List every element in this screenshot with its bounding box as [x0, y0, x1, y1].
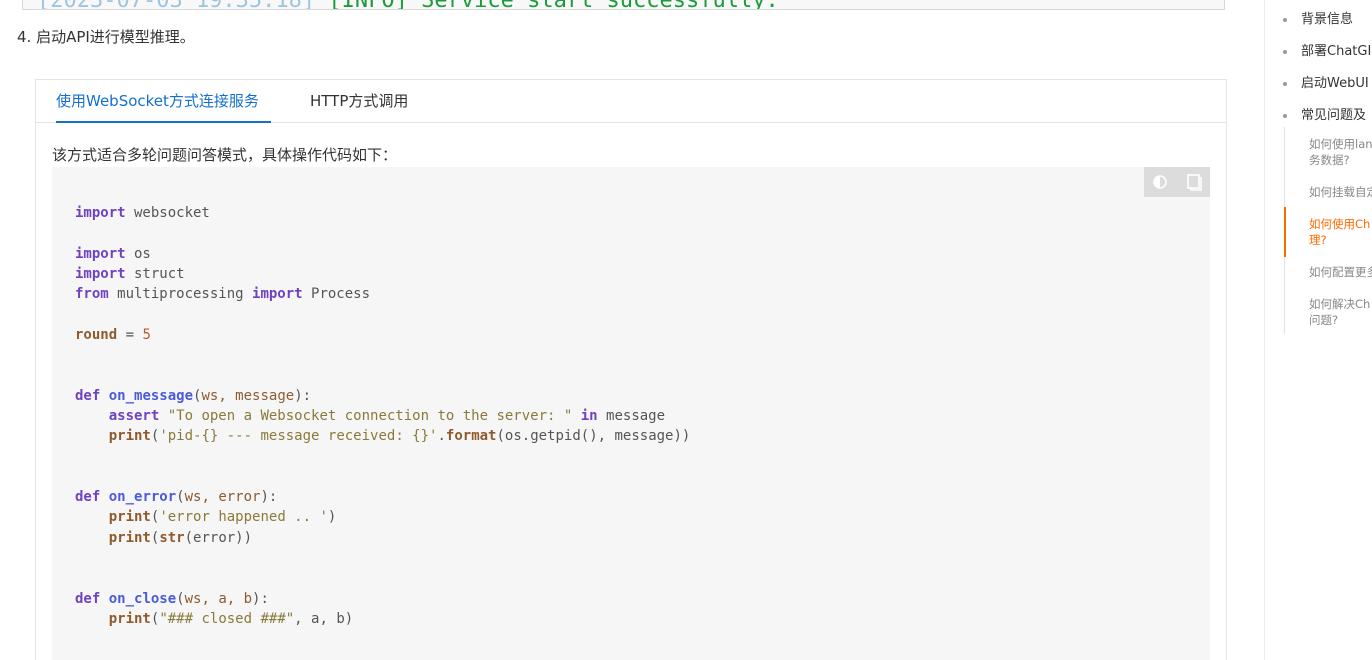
toc-item-webui[interactable]: 启动WebUI: [1283, 72, 1369, 91]
toc-subitem-3[interactable]: 如何使用Ch 理?: [1309, 216, 1372, 248]
tab-websocket[interactable]: 使用WebSocket方式连接服务: [56, 80, 271, 123]
toc-item-faq[interactable]: 常见问题及: [1283, 104, 1366, 123]
tab-description: 该方式适合多轮问题问答模式，具体操作代码如下：: [52, 146, 398, 164]
previous-code-output: [2023-07-03 19:35:18] [INFO] Service sta…: [22, 0, 1225, 10]
toc-subitem-1[interactable]: 如何使用lan 务数据?: [1309, 136, 1372, 168]
code-content: import websocket import os import struct…: [75, 205, 691, 627]
toc-subitem-2[interactable]: 如何挂载自定: [1309, 184, 1372, 200]
code-block: import websocket import os import struct…: [52, 167, 1210, 660]
toc-subitem-5[interactable]: 如何解决Ch 问题?: [1309, 296, 1372, 328]
toc-active-indicator: [1284, 207, 1286, 257]
toc-item-background[interactable]: 背景信息: [1283, 8, 1353, 27]
table-of-contents: 背景信息 部署ChatGI 启动WebUI 常见问题及 如何使用lan 务数据? …: [1264, 0, 1372, 660]
theme-toggle-icon[interactable]: [1151, 173, 1171, 191]
toc-item-deploy[interactable]: 部署ChatGI: [1283, 40, 1371, 59]
copy-icon[interactable]: [1184, 173, 1204, 191]
log-timestamp: [2023-07-03 19:35:18]: [37, 0, 315, 9]
toc-subitem-4[interactable]: 如何配置更多: [1309, 264, 1372, 280]
step-heading: 4. 启动API进行模型推理。: [17, 28, 195, 46]
log-message: [INFO] Service start successfully.: [315, 0, 778, 9]
tab-http[interactable]: HTTP方式调用: [310, 80, 408, 123]
code-toolbar: [1144, 167, 1210, 197]
code-tab-panel: 使用WebSocket方式连接服务 HTTP方式调用 该方式适合多轮问题问答模式…: [35, 79, 1227, 660]
tab-bar: 使用WebSocket方式连接服务 HTTP方式调用: [36, 80, 1226, 123]
